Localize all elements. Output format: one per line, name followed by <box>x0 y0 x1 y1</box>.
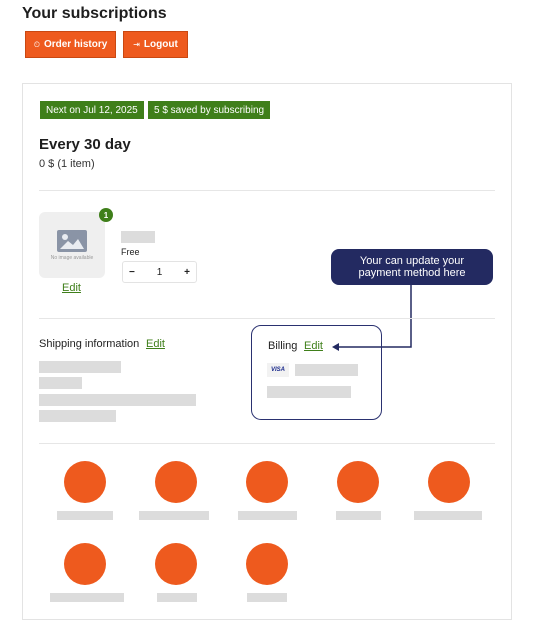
product-circle[interactable] <box>64 543 106 585</box>
billing-section: Billing Edit VISA <box>251 325 382 420</box>
product-circle[interactable] <box>64 461 106 503</box>
logout-button[interactable]: ⇥ Logout <box>123 31 188 58</box>
product-name-skeleton <box>139 511 209 520</box>
visa-card-icon: VISA <box>267 363 289 377</box>
product-name-skeleton <box>336 511 381 520</box>
product-name-skeleton <box>247 593 287 602</box>
subscription-card: Next on Jul 12, 2025 5 $ saved by subscr… <box>22 83 512 620</box>
address-line-skeleton <box>39 361 121 373</box>
page-title: Your subscriptions <box>22 5 167 22</box>
card-number-skeleton <box>295 364 358 376</box>
address-line-skeleton <box>39 377 82 389</box>
product-circle[interactable] <box>155 543 197 585</box>
card-expiry-skeleton <box>267 386 351 398</box>
product-name-skeleton <box>414 511 482 520</box>
divider <box>39 318 495 319</box>
product-name-skeleton <box>50 593 124 602</box>
product-circle[interactable] <box>428 461 470 503</box>
product-circle[interactable] <box>246 543 288 585</box>
history-icon: ⏲ <box>33 39 40 49</box>
logout-icon: ⇥ <box>133 40 140 49</box>
product-circle[interactable] <box>337 461 379 503</box>
logout-label: Logout <box>143 39 178 50</box>
shipping-edit-link[interactable]: Edit <box>146 338 165 350</box>
product-name-skeleton <box>157 593 197 602</box>
product-name-skeleton <box>57 511 113 520</box>
address-line-skeleton <box>39 394 196 406</box>
billing-label: Billing <box>268 340 298 352</box>
product-circle[interactable] <box>155 461 197 503</box>
divider <box>39 443 495 444</box>
order-history-label: Order history <box>43 39 108 50</box>
product-circle[interactable] <box>246 461 288 503</box>
shipping-label: Shipping information <box>39 338 140 350</box>
product-name-skeleton <box>238 511 297 520</box>
address-line-skeleton <box>39 410 116 422</box>
order-history-button[interactable]: ⏲ Order history <box>25 31 116 58</box>
billing-edit-link[interactable]: Edit <box>304 340 323 352</box>
